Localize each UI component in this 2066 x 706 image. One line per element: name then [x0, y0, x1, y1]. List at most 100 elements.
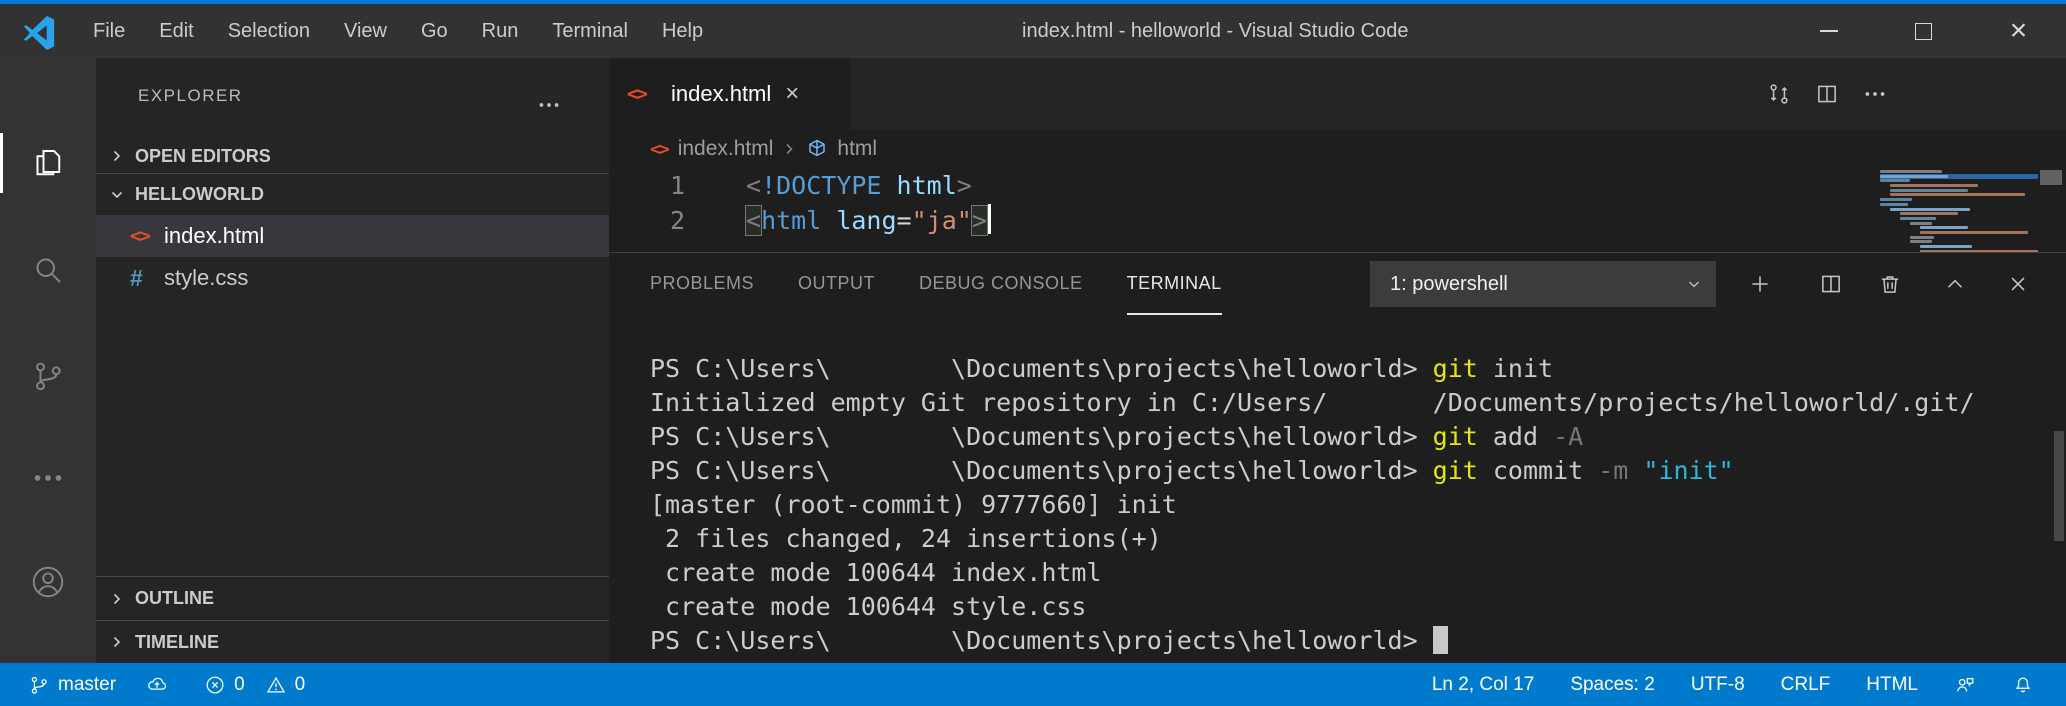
encoding[interactable]: UTF-8: [1691, 674, 1745, 696]
more-actions-icon[interactable]: [1862, 81, 1888, 107]
terminal-line-1: PS C:\Users\ \Documents\projects\hellowo…: [650, 352, 1975, 386]
menu-selection[interactable]: Selection: [211, 20, 327, 43]
shell-select-value: 1: powershell: [1370, 273, 1684, 296]
tab-close-icon[interactable]: ×: [785, 80, 799, 108]
open-editors-label: OPEN EDITORS: [135, 146, 271, 167]
section-folder[interactable]: HELLOWORLD: [96, 173, 609, 215]
feedback-button[interactable]: [1954, 674, 1976, 696]
terminal-output[interactable]: PS C:\Users\ \Documents\projects\hellowo…: [650, 352, 1975, 658]
branch-status[interactable]: master: [28, 674, 116, 696]
maximize-button[interactable]: [1876, 4, 1971, 58]
status-bar: master 0 0 Ln 2, Col 17 Spaces: 2 UTF-8 …: [0, 663, 2066, 706]
line-number: 1: [655, 168, 685, 203]
panel-tab-problems[interactable]: PROBLEMS: [650, 253, 754, 315]
split-editor-icon[interactable]: [1814, 81, 1840, 107]
close-icon: ×: [2010, 16, 2028, 46]
terminal-line-8: create mode 100644 style.css: [650, 590, 1975, 624]
menu-edit[interactable]: Edit: [142, 20, 210, 43]
code-editor[interactable]: 1 <!DOCTYPE html>2<html lang="ja">: [609, 168, 2066, 252]
minimap[interactable]: [1880, 170, 2038, 258]
panel: PROBLEMS OUTPUT DEBUG CONSOLE TERMINAL 1: p…: [609, 252, 2066, 663]
minimize-icon: [1820, 30, 1838, 32]
kill-terminal-trash-icon[interactable]: [1875, 269, 1905, 299]
tab-label: index.html: [671, 81, 771, 107]
more-views-icon[interactable]: [0, 448, 96, 508]
section-timeline[interactable]: TIMELINE: [96, 620, 609, 663]
terminal-cursor: [1433, 626, 1448, 654]
language-mode[interactable]: HTML: [1866, 674, 1918, 696]
menu-terminal[interactable]: Terminal: [535, 20, 645, 43]
terminal-scrollbar[interactable]: [2054, 431, 2064, 541]
title-bar: FileEditSelectionViewGoRunTerminalHelp i…: [0, 4, 2066, 58]
activity-bar: [0, 58, 96, 663]
close-panel-icon[interactable]: [2003, 269, 2033, 299]
tab-index-html[interactable]: <> index.html ×: [609, 58, 850, 130]
terminal-line-6: 2 files changed, 24 insertions(+): [650, 522, 1975, 556]
panel-tab-debug-console[interactable]: DEBUG CONSOLE: [919, 253, 1083, 315]
chevron-right-icon: [109, 591, 125, 607]
notifications-button[interactable]: [2012, 674, 2034, 696]
branch-name: master: [58, 674, 116, 696]
breadcrumb-symbol[interactable]: html: [837, 137, 877, 161]
indentation[interactable]: Spaces: 2: [1570, 674, 1655, 696]
window-controls: ×: [1781, 4, 2066, 58]
code-text: <!DOCTYPE html>: [746, 168, 972, 203]
code-line-2: 2<html lang="ja">: [609, 203, 2066, 238]
bell-icon: [2012, 674, 2034, 696]
folder-name-label: HELLOWORLD: [135, 184, 264, 205]
new-terminal-icon[interactable]: [1745, 269, 1775, 299]
eol-sequence[interactable]: CRLF: [1781, 674, 1831, 696]
feedback-icon: [1954, 674, 1976, 696]
file-name-label: index.html: [164, 223, 264, 249]
terminal-line-7: create mode 100644 index.html: [650, 556, 1975, 590]
problems-status[interactable]: 0 0: [204, 674, 305, 696]
section-outline[interactable]: OUTLINE: [96, 576, 609, 620]
terminal-line-5: [master (root-commit) 9777660] init: [650, 488, 1975, 522]
minimize-button[interactable]: [1781, 4, 1876, 58]
menu-run[interactable]: Run: [465, 20, 536, 43]
source-control-icon[interactable]: [0, 346, 96, 406]
file-name-label: style.css: [164, 265, 248, 291]
maximize-panel-icon[interactable]: [1940, 269, 1970, 299]
split-terminal-icon[interactable]: [1816, 269, 1846, 299]
explorer-sidebar: EXPLORER OPEN EDITORS HELLOWORLD <>index…: [96, 58, 609, 663]
code-lines: 1 <!DOCTYPE html>2<html lang="ja">: [609, 168, 2066, 238]
warning-count: 0: [295, 674, 306, 696]
error-icon: [204, 674, 226, 696]
git-branch-icon: [28, 674, 50, 696]
terminal-shell-select[interactable]: 1: powershell: [1370, 261, 1716, 307]
warning-icon: [265, 674, 287, 696]
file-style-css[interactable]: #style.css: [96, 257, 609, 299]
breadcrumb-file[interactable]: index.html: [678, 137, 774, 161]
html-file-icon: <>: [627, 83, 661, 105]
menu-view[interactable]: View: [327, 20, 404, 43]
status-right: Ln 2, Col 17 Spaces: 2 UTF-8 CRLF HTML: [1432, 674, 2066, 696]
menu-help[interactable]: Help: [645, 20, 720, 43]
panel-tab-output[interactable]: OUTPUT: [798, 253, 875, 315]
account-icon[interactable]: [0, 552, 96, 612]
symbol-cube-icon: [805, 137, 837, 161]
sync-button[interactable]: [146, 674, 168, 696]
editor-scrollbar[interactable]: [2040, 170, 2062, 185]
window-title: index.html - helloworld - Visual Studio …: [1022, 4, 1409, 58]
editor-tab-bar: <> index.html ×: [609, 58, 2066, 130]
chevron-down-icon: [109, 187, 125, 203]
file-index-html[interactable]: <>index.html: [96, 215, 609, 257]
chevron-right-icon: [773, 141, 805, 157]
open-changes-icon[interactable]: [1766, 81, 1792, 107]
panel-tab-terminal[interactable]: TERMINAL: [1127, 253, 1222, 315]
close-button[interactable]: ×: [1971, 4, 2066, 58]
explorer-icon[interactable]: [0, 133, 96, 193]
sync-cloud-icon: [146, 674, 168, 696]
panel-tabs: PROBLEMS OUTPUT DEBUG CONSOLE TERMINAL: [650, 253, 1222, 315]
search-icon[interactable]: [0, 240, 96, 300]
terminal-line-4: PS C:\Users\ \Documents\projects\hellowo…: [650, 454, 1975, 488]
section-open-editors[interactable]: OPEN EDITORS: [96, 135, 609, 177]
vscode-logo-icon: [22, 16, 56, 50]
vscode-window: FileEditSelectionViewGoRunTerminalHelp i…: [0, 0, 2066, 706]
explorer-more-actions-icon[interactable]: [536, 92, 562, 118]
code-line-1: 1 <!DOCTYPE html>: [609, 168, 2066, 203]
menu-go[interactable]: Go: [404, 20, 465, 43]
menu-file[interactable]: File: [76, 20, 142, 43]
cursor-position[interactable]: Ln 2, Col 17: [1432, 674, 1534, 696]
